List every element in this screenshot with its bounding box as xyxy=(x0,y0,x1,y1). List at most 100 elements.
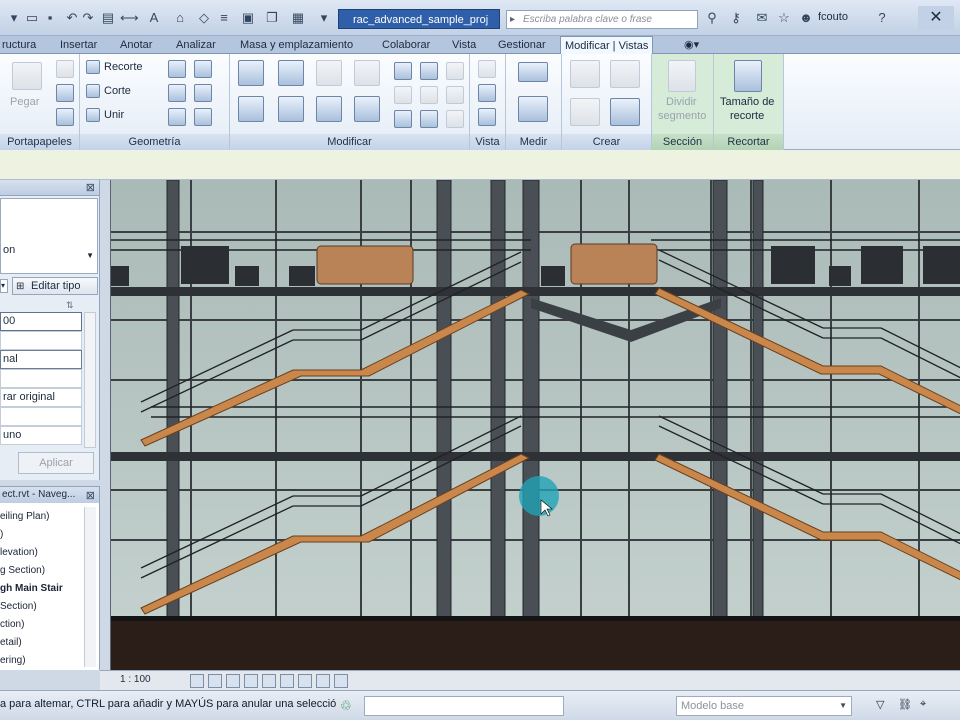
filter-dropdown-icon[interactable]: ▾ xyxy=(0,279,8,293)
tab-insertar[interactable]: Insertar xyxy=(60,36,97,54)
tree-item[interactable]: etail) xyxy=(0,637,22,648)
user-name[interactable]: fcouto xyxy=(818,11,848,23)
tamano-label-2[interactable]: recorte xyxy=(730,110,764,122)
paste-icon[interactable] xyxy=(12,62,42,90)
default-3d-view-icon[interactable]: ⌂ xyxy=(172,10,188,26)
drawing-area[interactable] xyxy=(110,180,960,670)
search-input[interactable]: ▸ Escriba palabra clave o frase xyxy=(506,10,698,29)
split-gap-icon[interactable] xyxy=(420,62,438,80)
tree-item[interactable]: eiling Plan) xyxy=(0,511,49,522)
sort-icon[interactable]: ⇅ xyxy=(66,300,74,311)
unir-label[interactable]: Unir xyxy=(104,109,124,121)
property-field-3[interactable] xyxy=(0,369,82,388)
section-view[interactable] xyxy=(111,180,960,670)
switch-windows-icon[interactable]: ❐ xyxy=(264,10,280,26)
show-crop-region-icon[interactable] xyxy=(280,674,294,688)
tile-windows-icon[interactable]: ▦ xyxy=(290,10,306,26)
property-field-1[interactable] xyxy=(0,331,82,350)
trim-multiple-icon[interactable] xyxy=(420,110,438,128)
tab-masa-emplazamiento[interactable]: Masa y emplazamiento xyxy=(240,36,353,54)
property-field-5[interactable] xyxy=(0,407,82,426)
tab-modificar-vistas[interactable]: Modificar | Vistas xyxy=(560,36,654,54)
copy-icon[interactable] xyxy=(56,84,74,102)
analytical-model-icon[interactable] xyxy=(334,674,348,688)
paste-label[interactable]: Pegar xyxy=(10,96,39,108)
property-field-0[interactable]: 00 xyxy=(0,312,82,331)
split-icon[interactable] xyxy=(394,62,412,80)
copy-element-icon[interactable] xyxy=(278,96,304,122)
cope-icon[interactable] xyxy=(86,60,100,74)
trim-extend-icon[interactable] xyxy=(354,96,380,122)
section-icon[interactable]: ◇ xyxy=(196,10,212,26)
rotate-icon[interactable] xyxy=(316,96,342,122)
size-crop-icon[interactable] xyxy=(734,60,762,92)
match-properties-icon[interactable] xyxy=(56,108,74,126)
help-icon[interactable]: ? xyxy=(874,10,890,26)
tree-item[interactable]: ) xyxy=(0,529,3,540)
linework-icon[interactable] xyxy=(478,108,496,126)
beam-join-icon[interactable] xyxy=(168,108,186,126)
property-field-6[interactable]: uno xyxy=(0,426,82,445)
cut-geometry-icon[interactable] xyxy=(86,84,100,98)
crop-view-icon[interactable] xyxy=(262,674,276,688)
status-field[interactable] xyxy=(364,696,564,716)
tab-vista[interactable]: Vista xyxy=(452,36,476,54)
wall-joins-icon[interactable] xyxy=(168,60,186,78)
select-pinned-icon[interactable]: ⌖ xyxy=(920,698,926,711)
join-icon[interactable] xyxy=(86,108,100,122)
close-icon[interactable]: ⊠ xyxy=(86,181,95,194)
app-menu-icon[interactable]: ▾ xyxy=(6,10,22,26)
align-icon[interactable] xyxy=(238,60,264,86)
undo-icon[interactable]: ↶ xyxy=(64,10,80,26)
measure-between-icon[interactable] xyxy=(518,96,548,122)
close-icon[interactable]: ⊠ xyxy=(86,488,95,503)
create-assembly-icon[interactable] xyxy=(570,60,600,88)
split-face-icon[interactable] xyxy=(194,60,212,78)
move-icon[interactable] xyxy=(238,96,264,122)
trim-single-icon[interactable] xyxy=(394,110,412,128)
property-field-4[interactable]: rar original xyxy=(0,388,82,407)
paint-icon[interactable] xyxy=(168,84,186,102)
chevron-down-icon[interactable]: ▼ xyxy=(86,251,94,260)
ribbon-minimize-icon[interactable]: ◉▾ xyxy=(684,36,699,54)
save-icon[interactable]: ▪ xyxy=(42,10,58,26)
temporary-hide-icon[interactable] xyxy=(298,674,312,688)
communication-icon[interactable]: ✉ xyxy=(754,10,770,26)
create-parts-icon[interactable] xyxy=(610,60,640,88)
redo-icon[interactable]: ↷ xyxy=(80,10,96,26)
demolish-icon[interactable] xyxy=(194,84,212,102)
model-select[interactable]: Modelo base ▼ xyxy=(676,696,852,716)
tree-item[interactable]: levation) xyxy=(0,547,38,558)
tab-analizar[interactable]: Analizar xyxy=(176,36,216,54)
text-icon[interactable]: A xyxy=(146,10,162,26)
override-graphics-icon[interactable] xyxy=(478,84,496,102)
close-button[interactable]: ✕ xyxy=(918,6,954,30)
filter-icon[interactable]: ▽ xyxy=(876,698,884,711)
tab-colaborar[interactable]: Colaborar xyxy=(382,36,430,54)
print-icon[interactable]: ▤ xyxy=(100,10,116,26)
shadows-icon[interactable] xyxy=(244,674,258,688)
edit-type-button[interactable]: ⊞ Editar tipo xyxy=(12,277,98,295)
tree-item[interactable]: g Section) xyxy=(0,565,45,576)
offset-icon[interactable] xyxy=(278,60,304,86)
customize-icon[interactable]: ▾ xyxy=(316,10,332,26)
tree-item[interactable]: Section) xyxy=(0,601,37,612)
view-scale[interactable]: 1 : 100 xyxy=(120,674,151,685)
properties-scrollbar[interactable] xyxy=(84,312,96,448)
binoculars-icon[interactable]: ⚲ xyxy=(704,10,720,26)
chevron-down-icon[interactable]: ▼ xyxy=(839,697,847,715)
remove-paint-icon[interactable] xyxy=(194,108,212,126)
create-similar-icon[interactable] xyxy=(610,98,640,126)
user-icon[interactable]: ☻ xyxy=(798,10,814,26)
reveal-hidden-icon[interactable] xyxy=(316,674,330,688)
detail-level-icon[interactable] xyxy=(190,674,204,688)
tab-anotar[interactable]: Anotar xyxy=(120,36,152,54)
tamano-label-1[interactable]: Tamaño de xyxy=(720,96,774,108)
sun-path-icon[interactable] xyxy=(226,674,240,688)
property-field-2[interactable]: nal xyxy=(0,350,82,369)
tree-item-selected[interactable]: gh Main Stair xyxy=(0,583,63,594)
corte-label[interactable]: Corte xyxy=(104,85,131,97)
hide-element-icon[interactable] xyxy=(478,60,496,78)
close-hidden-windows-icon[interactable]: ▣ xyxy=(240,10,256,26)
type-selector[interactable]: on ▼ xyxy=(0,198,98,274)
